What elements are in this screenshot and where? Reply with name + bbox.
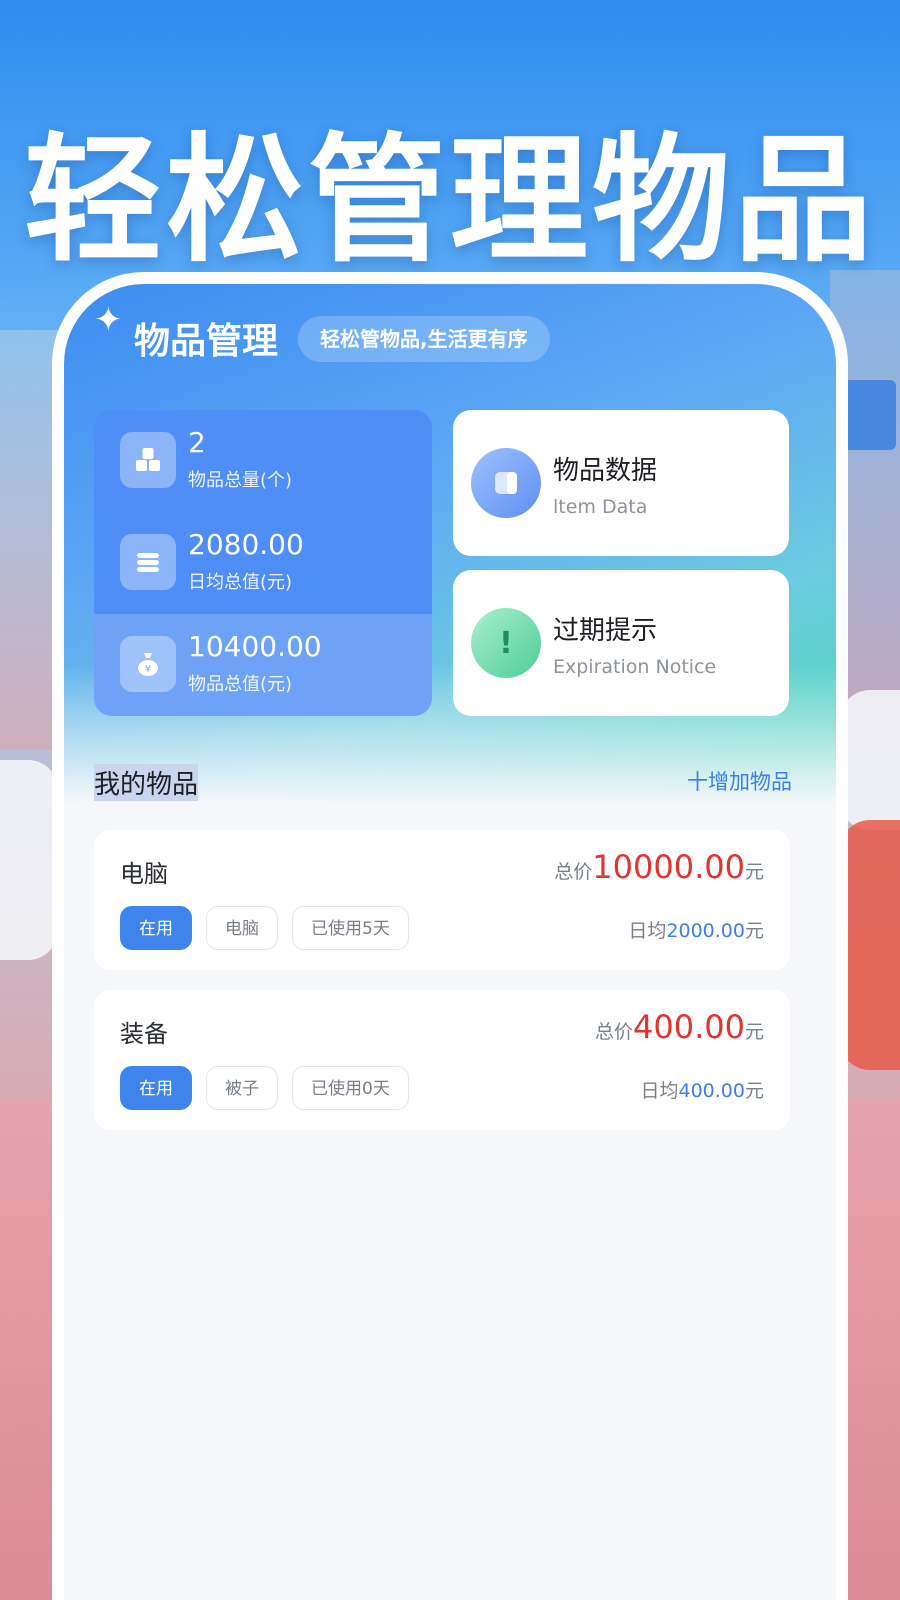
background-car-left [0,760,58,960]
feature-title: 物品数据 [553,456,658,486]
svg-text:¥: ¥ [145,664,151,675]
stat-label: 物品总量(个) [188,470,293,491]
total-prefix: 总价 [595,1021,634,1043]
add-item-button[interactable]: 十增加物品 [687,766,792,796]
usage-days-tag: 已使用5天 [292,906,409,950]
boxes-icon [120,432,176,488]
daily-prefix: 日均 [640,1080,679,1102]
total-unit: 元 [744,861,764,883]
category-tag: 被子 [206,1066,278,1110]
background-building-left [0,330,60,750]
item-card[interactable]: 电脑 总价10000.00元 在用 电脑 已使用5天 日均2000.00元 [94,830,790,970]
stat-daily-total: 2080.00 日均总值(元) [94,512,432,614]
section-title: 我的物品 [94,764,199,801]
daily-unit: 元 [744,920,764,942]
item-name: 电脑 [120,860,168,888]
alert-icon: ! [471,608,541,678]
usage-days-tag: 已使用0天 [292,1066,409,1110]
total-prefix: 总价 [554,861,593,883]
expiration-notice-card[interactable]: ! 过期提示 Expiration Notice [453,570,789,716]
item-total-price: 总价10000.00元 [554,848,764,886]
daily-unit: 元 [744,1080,764,1102]
daily-price: 400.00 [678,1080,745,1102]
category-tag: 电脑 [206,906,278,950]
stats-card: 2 物品总量(个) 2080.00 日均总值(元) ¥ 10400.00 物品总… [94,410,432,716]
money-bag-icon: ¥ [120,636,176,692]
sparkle-icon: ✦ [94,300,123,340]
stat-value: 10400.00 [188,630,322,663]
document-icon [471,448,541,518]
background-car-right [840,690,900,830]
stat-label: 日均总值(元) [188,572,293,593]
feature-subtitle: Expiration Notice [553,656,717,678]
stat-value: 2 [188,426,206,459]
total-unit: 元 [744,1021,764,1043]
phone-frame: ✦ 物品管理 轻松管物品,生活更有序 2 物品总量(个) 2080.00 日均总… [52,272,848,1600]
stat-total-value: ¥ 10400.00 物品总值(元) [94,614,432,716]
stat-total-count: 2 物品总量(个) [94,410,432,512]
coin-stack-icon [120,534,176,590]
item-total-price: 总价400.00元 [595,1008,764,1046]
item-daily-price: 日均400.00元 [640,1076,764,1103]
daily-prefix: 日均 [628,920,667,942]
item-daily-price: 日均2000.00元 [628,916,764,943]
daily-price: 2000.00 [666,920,745,942]
background-sign [844,380,896,450]
item-card[interactable]: 装备 总价400.00元 在用 被子 已使用0天 日均400.00元 [94,990,790,1130]
feature-subtitle: ltem Data [553,496,648,518]
total-price: 10000.00 [592,848,745,886]
status-tag: 在用 [120,1066,192,1110]
stat-label: 物品总值(元) [188,674,293,695]
feature-title: 过期提示 [553,616,658,646]
stat-value: 2080.00 [188,528,304,561]
total-price: 400.00 [633,1008,745,1046]
promo-headline: 轻松管理物品 [23,120,876,281]
slogan-pill: 轻松管物品,生活更有序 [298,316,550,362]
item-data-card[interactable]: 物品数据 ltem Data [453,410,789,556]
status-tag: 在用 [120,906,192,950]
background-car-red [840,820,900,1070]
item-name: 装备 [120,1020,168,1048]
app-title: 物品管理 [134,321,279,362]
